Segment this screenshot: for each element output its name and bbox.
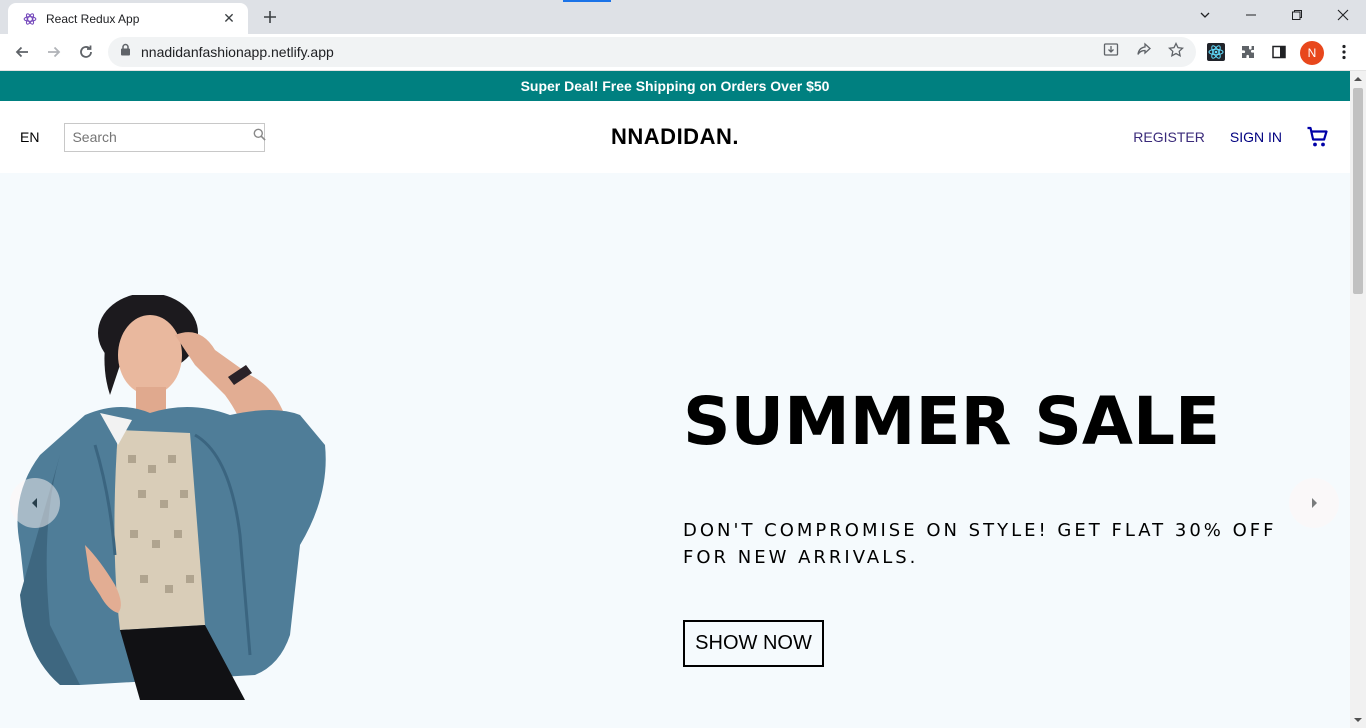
profile-avatar[interactable]: N [1300, 41, 1324, 65]
page-scrollbar[interactable] [1350, 71, 1366, 728]
tab-drag-indicator [563, 0, 611, 2]
react-devtools-icon[interactable] [1205, 41, 1227, 63]
browser-tab[interactable]: React Redux App ✕ [8, 3, 248, 34]
side-panel-icon[interactable] [1268, 41, 1290, 63]
navbar-left: EN [20, 122, 1108, 152]
announcement-bar: Super Deal! Free Shipping on Orders Over… [0, 71, 1350, 101]
search-icon[interactable] [253, 128, 267, 146]
minimize-button[interactable] [1228, 0, 1274, 30]
url-text: nnadidanfashionapp.netlify.app [141, 44, 334, 60]
address-bar[interactable]: nnadidanfashionapp.netlify.app [108, 37, 1196, 67]
announcement-text: Super Deal! Free Shipping on Orders Over… [520, 78, 830, 94]
reload-button[interactable] [72, 38, 100, 66]
react-favicon-icon [22, 11, 38, 27]
close-icon[interactable]: ✕ [220, 10, 238, 28]
arrow-left-icon [32, 498, 37, 508]
slide-info: SUMMER SALE DON'T COMPROMISE ON STYLE! G… [683, 389, 1303, 667]
slide-title: SUMMER SALE [683, 383, 1221, 460]
search-input[interactable] [72, 129, 254, 145]
bookmark-star-icon[interactable] [1167, 41, 1185, 59]
arrow-right-icon [1312, 498, 1317, 508]
scroll-up-icon[interactable] [1350, 71, 1366, 87]
slider-prev-button[interactable] [10, 478, 60, 528]
site-navbar: EN NNADIDAN. REGISTER SIGN IN [0, 101, 1350, 173]
navbar-right: REGISTER SIGN IN [1108, 125, 1330, 149]
scrollbar-thumb[interactable] [1353, 88, 1363, 294]
hero-slider: SUMMER SALE DON'T COMPROMISE ON STYLE! G… [0, 173, 1350, 728]
sign-in-link[interactable]: SIGN IN [1230, 129, 1282, 145]
lock-icon [120, 43, 131, 61]
slide-description: DON'T COMPROMISE ON STYLE! GET FLAT 30% … [683, 520, 1277, 568]
language-selector[interactable]: EN [20, 129, 39, 145]
back-button[interactable] [8, 38, 36, 66]
web-page: Super Deal! Free Shipping on Orders Over… [0, 71, 1350, 728]
tab-search-button[interactable] [1182, 0, 1228, 30]
search-container [64, 122, 267, 152]
scroll-down-icon[interactable] [1350, 712, 1366, 728]
new-tab-button[interactable] [258, 6, 282, 28]
forward-button[interactable] [40, 38, 68, 66]
shopping-cart-icon[interactable] [1306, 125, 1330, 149]
extensions-icon[interactable] [1237, 41, 1259, 63]
browser-menu-icon[interactable] [1333, 41, 1355, 63]
share-icon[interactable] [1135, 41, 1153, 59]
browser-tab-strip: React Redux App ✕ [0, 0, 1366, 34]
show-now-button[interactable]: SHOW NOW [683, 620, 824, 667]
install-app-icon[interactable] [1102, 41, 1120, 59]
browser-toolbar: nnadidanfashionapp.netlify.app [0, 34, 1366, 71]
restore-button[interactable] [1274, 0, 1320, 30]
close-window-button[interactable] [1320, 0, 1366, 30]
register-link[interactable]: REGISTER [1133, 129, 1205, 145]
tab-title: React Redux App [46, 11, 140, 26]
